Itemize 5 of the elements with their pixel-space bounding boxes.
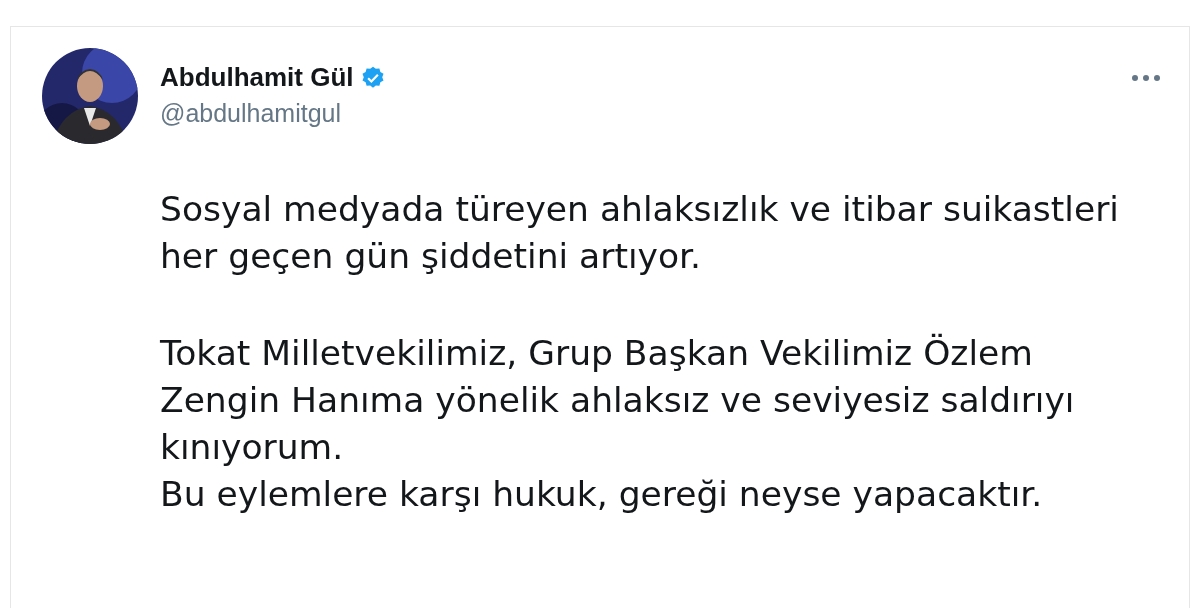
tweet-text: Tokat Milletvekilimiz, Grup Başkan Vekilimiz Özlem Zengin Hanıma yönelik ahlaksız ve seviyesiz saldırıyı kınıyorum. Bu eylemlere karşı hukuk, gereği neyse yapacaktır. xyxy=(160,332,1076,516)
more-options-icon[interactable] xyxy=(1131,74,1161,82)
author-handle[interactable]: @abdulhamitgul xyxy=(160,99,1109,128)
tweet-text: Sosyal medyada türeyen ahlaksızlık ve itibar suikastleri her geçen gün şiddetini artıyor. xyxy=(160,188,1120,278)
author-name[interactable]: Abdulhamit Gül xyxy=(160,62,354,93)
